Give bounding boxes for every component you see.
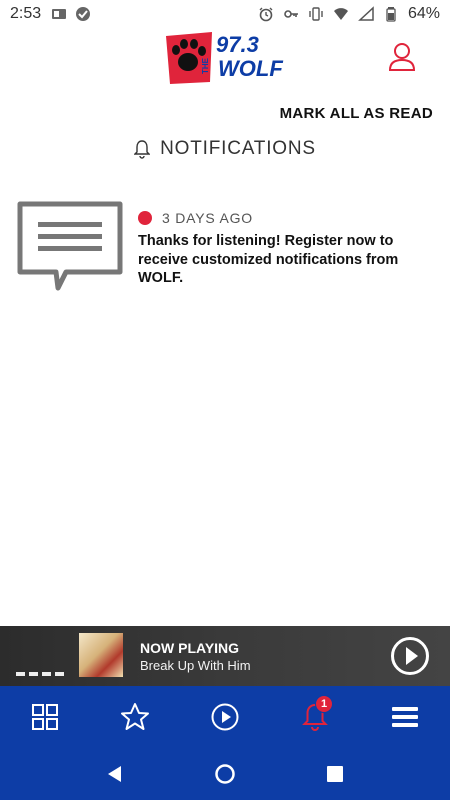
cell-signal-icon xyxy=(358,6,374,21)
mark-all-read-button[interactable]: MARK ALL AS READ xyxy=(280,105,433,122)
recents-square-icon xyxy=(327,766,343,782)
svg-text:WOLF: WOLF xyxy=(218,56,283,81)
status-time: 2:53 xyxy=(10,5,42,22)
message-icon xyxy=(17,201,123,291)
status-bar: 2:53 64% xyxy=(0,0,450,28)
notification-message: Thanks for listening! Register now to re… xyxy=(138,233,399,286)
tab-menu[interactable] xyxy=(385,697,425,737)
now-playing-label: NOW PLAYING xyxy=(140,640,240,656)
status-left-icons xyxy=(51,6,91,22)
notification-meta: 3 DAYS AGO xyxy=(138,210,253,226)
svg-text:THE: THE xyxy=(201,57,210,74)
vpn-key-icon xyxy=(284,10,298,18)
track-title: Break Up With Him xyxy=(140,658,251,673)
notification-badge: 1 xyxy=(315,695,333,713)
bell-icon xyxy=(134,140,151,159)
star-icon xyxy=(121,703,149,730)
status-right-icons: 64% xyxy=(258,5,440,23)
system-home-button[interactable] xyxy=(207,756,243,792)
system-navigation-bar xyxy=(0,748,450,800)
message-notification-icon xyxy=(52,9,67,19)
back-triangle-icon xyxy=(108,766,121,782)
wifi-icon xyxy=(333,8,348,20)
grid-icon xyxy=(32,704,58,730)
battery-icon xyxy=(386,7,396,22)
home-circle-icon xyxy=(215,764,235,784)
page-title: NOTIFICATIONS xyxy=(160,138,316,159)
audio-level-indicator xyxy=(16,672,64,676)
user-icon xyxy=(388,43,416,71)
play-circle-icon xyxy=(211,703,239,731)
tab-home[interactable] xyxy=(25,697,65,737)
now-playing-bar[interactable]: NOW PLAYING Break Up With Him xyxy=(0,626,450,686)
notification-time: 3 DAYS AGO xyxy=(162,210,253,226)
hamburger-menu-icon xyxy=(392,707,418,727)
album-art xyxy=(79,633,123,677)
app-header: 97.3 THE WOLF xyxy=(0,28,450,98)
app-notification-icon xyxy=(76,7,91,21)
notification-item[interactable]: 3 DAYS AGO Thanks for listening! Registe… xyxy=(16,200,436,300)
tab-favorites[interactable] xyxy=(115,697,155,737)
tab-notifications[interactable]: 1 xyxy=(295,695,335,737)
system-recents-button[interactable] xyxy=(317,756,353,792)
battery-percent: 64% xyxy=(407,5,440,22)
unread-indicator xyxy=(138,211,152,225)
profile-button[interactable] xyxy=(386,40,418,74)
svg-text:97.3: 97.3 xyxy=(216,32,259,57)
play-button[interactable] xyxy=(390,636,430,676)
bottom-tab-bar: 1 xyxy=(0,686,450,748)
tab-listen[interactable] xyxy=(205,697,245,737)
notifications-heading: NOTIFICATIONS xyxy=(0,138,450,160)
alarm-icon xyxy=(259,7,273,22)
wolf-logo[interactable]: 97.3 THE WOLF xyxy=(164,30,288,86)
system-back-button[interactable] xyxy=(97,756,133,792)
vibrate-icon xyxy=(309,7,323,21)
